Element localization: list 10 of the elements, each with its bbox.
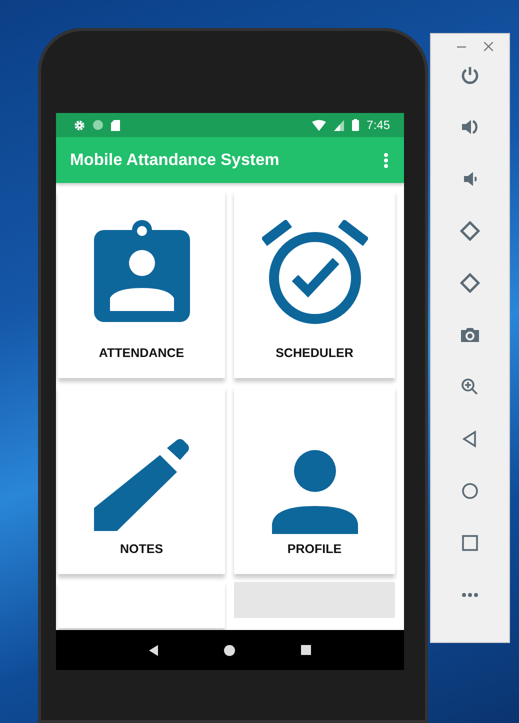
menu-card[interactable]: PROFILE <box>234 386 395 574</box>
app-title: Mobile Attandance System <box>70 150 280 170</box>
status-time: 7:45 <box>366 118 390 132</box>
card-label: NOTES <box>120 542 164 556</box>
menu-card[interactable]: SCHEDULER <box>234 190 395 378</box>
card-label: PROFILE <box>287 542 342 556</box>
card-label: ATTENDANCE <box>98 346 184 360</box>
menu-card[interactable]: NOTES <box>58 386 225 574</box>
menu-card[interactable]: ATTENDANCE <box>58 190 225 378</box>
card-label: SCHEDULER <box>276 346 354 360</box>
